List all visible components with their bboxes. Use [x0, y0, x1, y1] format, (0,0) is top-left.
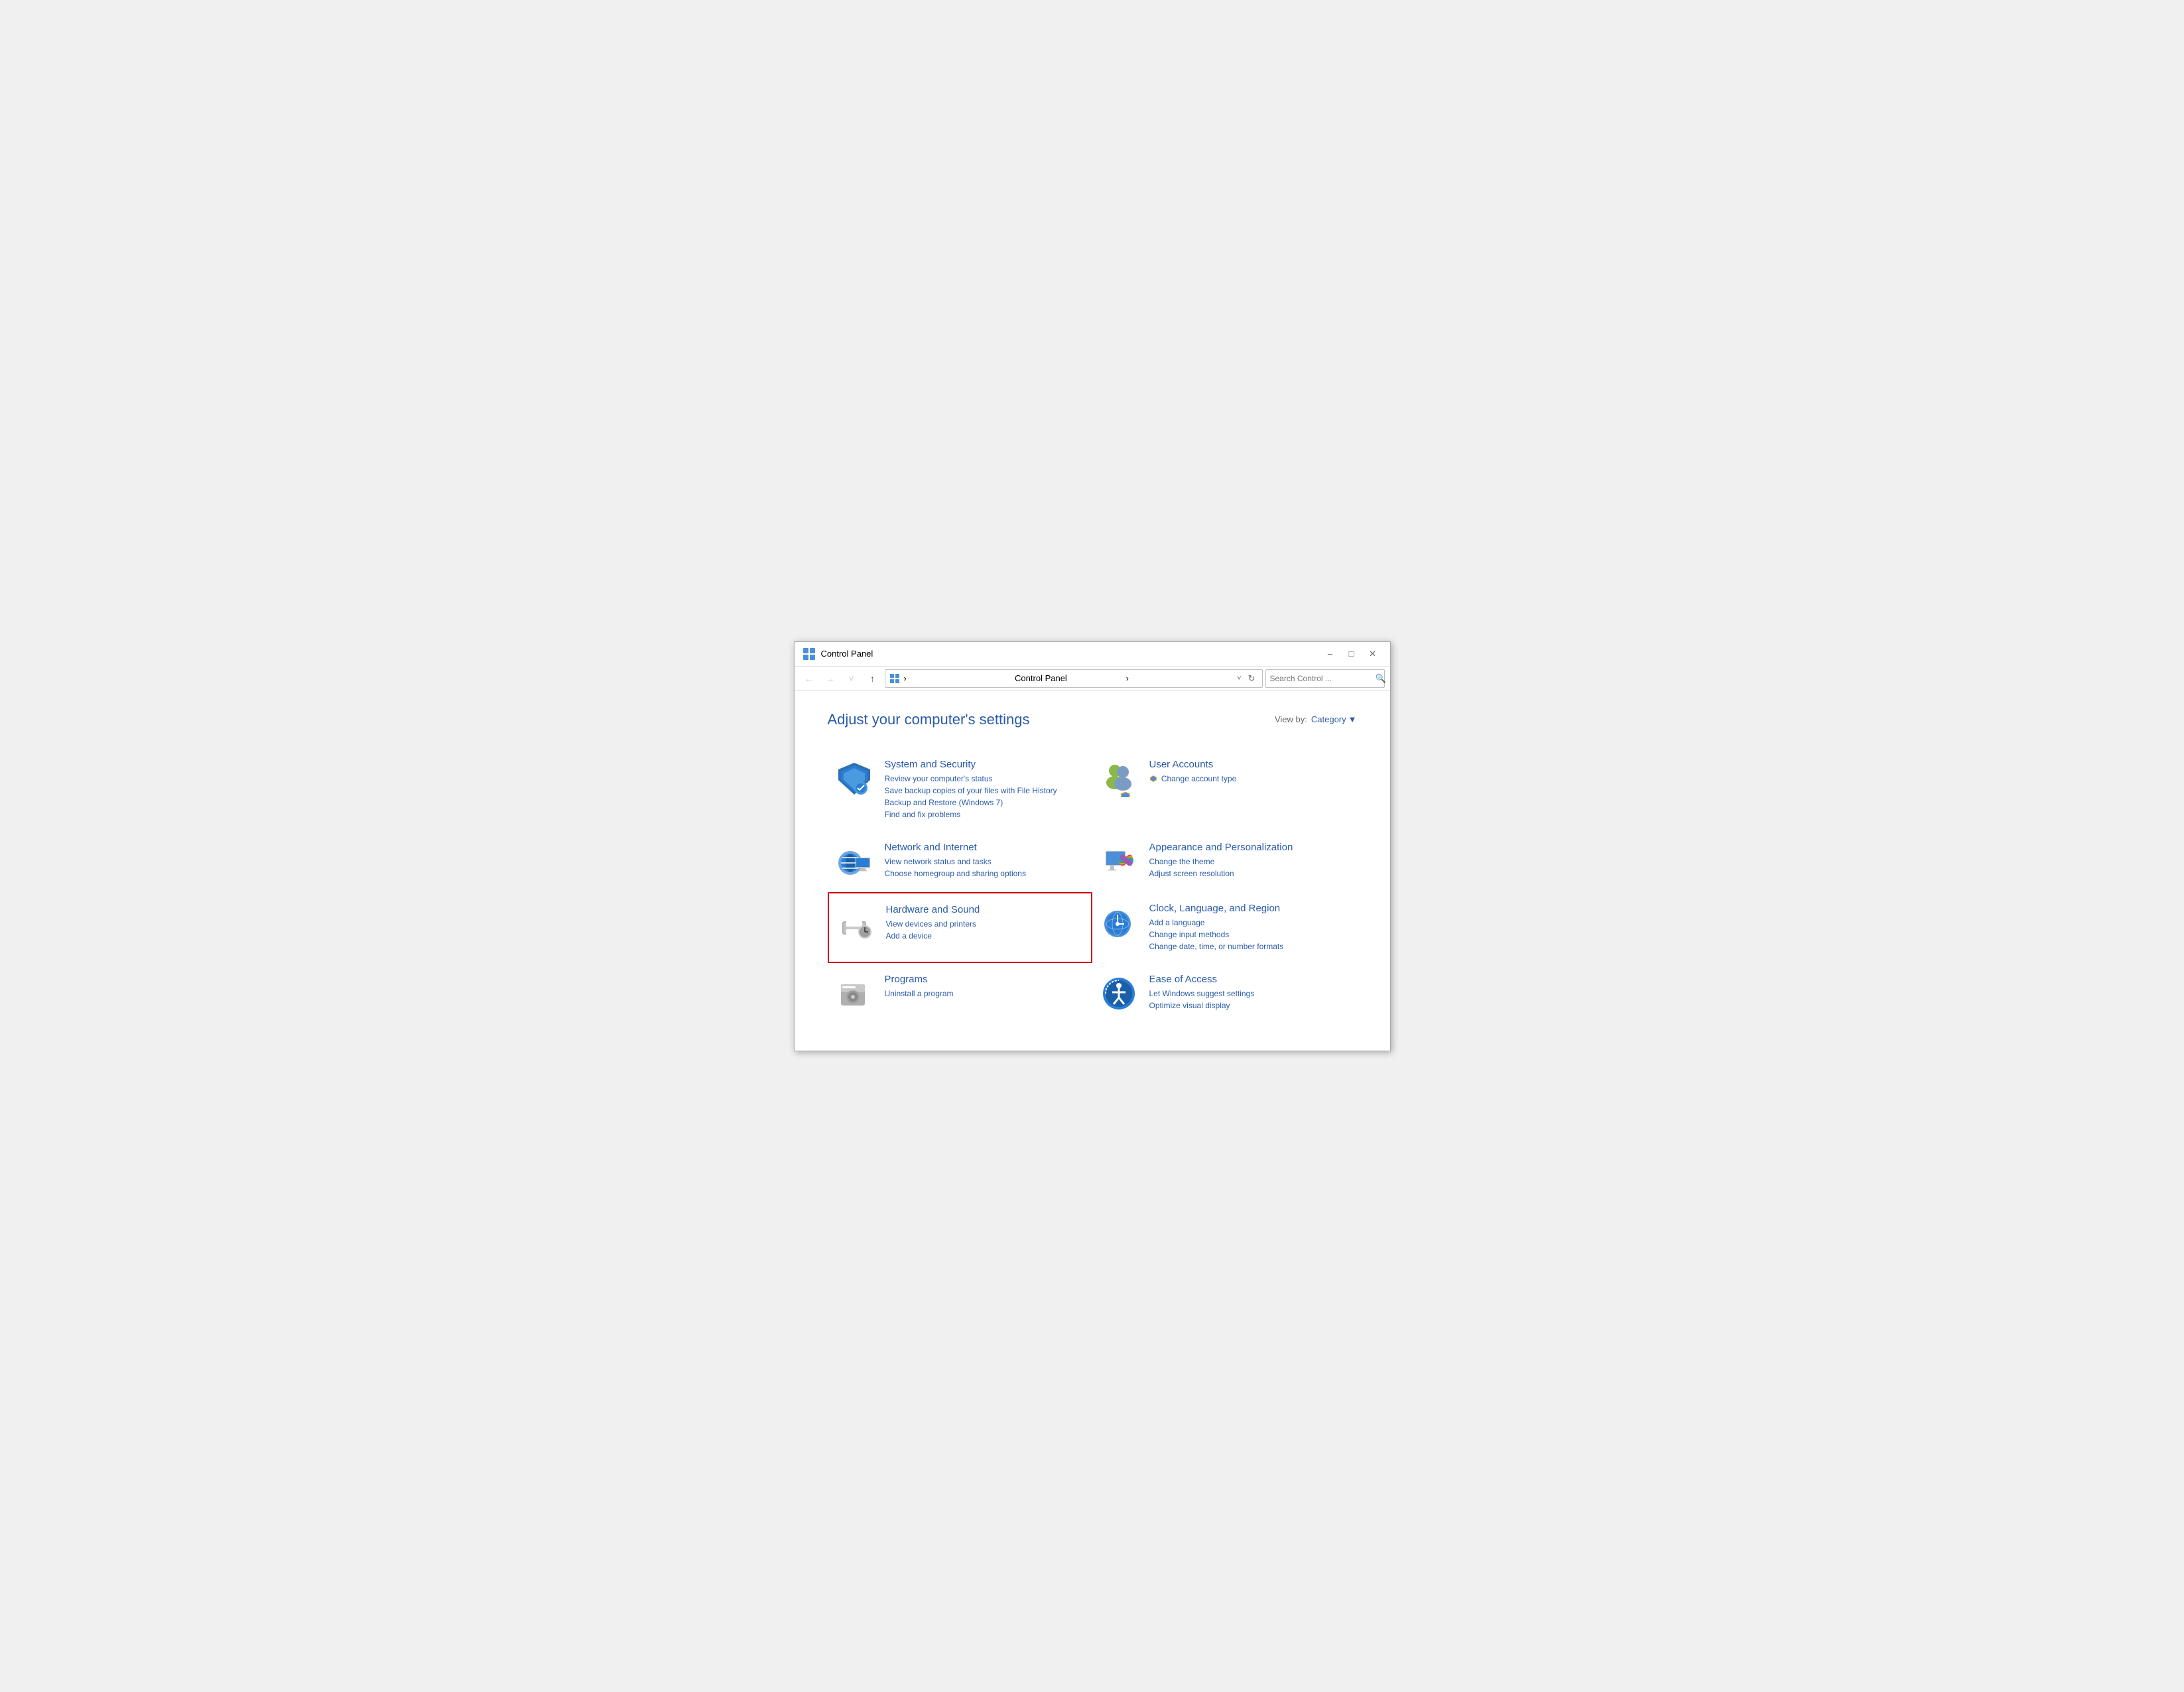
network-internet-icon: [834, 842, 874, 881]
up-button[interactable]: ↑: [864, 669, 882, 688]
user-accounts-icon: [1099, 759, 1139, 799]
network-internet-title[interactable]: Network and Internet: [885, 842, 1086, 853]
appearance-personalization-content: Appearance and Personalization Change th…: [1149, 842, 1350, 879]
category-clock-language-region[interactable]: Clock, Language, and Region Add a langua…: [1092, 892, 1357, 963]
view-by: View by: Category ▼: [1275, 714, 1357, 724]
network-internet-link-2[interactable]: Choose homegroup and sharing options: [885, 868, 1086, 879]
ease-of-access-icon: [1099, 974, 1139, 1013]
category-ease-of-access[interactable]: Ease of Access Let Windows suggest setti…: [1092, 963, 1357, 1024]
minimize-button[interactable]: –: [1321, 647, 1340, 661]
network-internet-link-1[interactable]: View network status and tasks: [885, 856, 1086, 868]
clock-language-region-content: Clock, Language, and Region Add a langua…: [1149, 903, 1350, 952]
network-internet-content: Network and Internet View network status…: [885, 842, 1086, 879]
hardware-sound-link-2[interactable]: Add a device: [886, 930, 1084, 942]
system-security-link-1[interactable]: Review your computer's status: [885, 773, 1086, 785]
view-by-arrow: ▼: [1348, 714, 1357, 724]
system-security-link-3[interactable]: Backup and Restore (Windows 7): [885, 797, 1086, 809]
programs-icon: [834, 974, 874, 1013]
user-accounts-content: User Accounts Change account type: [1149, 759, 1350, 785]
programs-title[interactable]: Programs: [885, 974, 1086, 985]
ease-of-access-link-2[interactable]: Optimize visual display: [1149, 1000, 1350, 1011]
hardware-sound-title[interactable]: Hardware and Sound: [886, 904, 1084, 915]
system-security-link-4[interactable]: Find and fix problems: [885, 809, 1086, 820]
page-title: Adjust your computer's settings: [828, 711, 1030, 728]
clock-language-region-link-1[interactable]: Add a language: [1149, 917, 1350, 929]
system-security-content: System and Security Review your computer…: [885, 759, 1086, 820]
window-title: Control Panel: [821, 649, 873, 659]
user-accounts-title[interactable]: User Accounts: [1149, 759, 1350, 770]
category-network-internet[interactable]: Network and Internet View network status…: [828, 831, 1092, 892]
category-hardware-sound[interactable]: Hardware and Sound View devices and prin…: [828, 892, 1092, 963]
category-programs[interactable]: Programs Uninstall a program: [828, 963, 1092, 1024]
hardware-sound-link-1[interactable]: View devices and printers: [886, 918, 1084, 930]
maximize-button[interactable]: □: [1342, 647, 1361, 661]
page-header: Adjust your computer's settings View by:…: [828, 711, 1357, 728]
toolbar: ← → ˅ ↑ › Control Panel › ˅ ↻ 🔍: [795, 667, 1390, 691]
hardware-sound-content: Hardware and Sound View devices and prin…: [886, 904, 1084, 942]
title-bar: Control Panel – □ ✕: [795, 642, 1390, 667]
appearance-personalization-icon: [1099, 842, 1139, 881]
user-accounts-link-1[interactable]: Change account type: [1149, 773, 1350, 785]
control-panel-icon: [803, 647, 816, 661]
search-icon[interactable]: 🔍: [1376, 673, 1386, 684]
clock-language-region-link-2[interactable]: Change input methods: [1149, 929, 1350, 941]
forward-button[interactable]: →: [821, 669, 840, 688]
clock-language-region-title[interactable]: Clock, Language, and Region: [1149, 903, 1350, 914]
address-bar[interactable]: › Control Panel › ˅ ↻: [885, 669, 1263, 688]
view-by-dropdown[interactable]: Category ▼: [1311, 714, 1357, 724]
clock-language-region-link-3[interactable]: Change date, time, or number formats: [1149, 941, 1350, 952]
close-button[interactable]: ✕: [1364, 647, 1382, 661]
programs-link-1[interactable]: Uninstall a program: [885, 988, 1086, 1000]
category-user-accounts[interactable]: User Accounts Change account type: [1092, 748, 1357, 831]
clock-language-region-icon: [1099, 903, 1139, 943]
title-bar-left: Control Panel: [803, 647, 873, 661]
categories-grid: System and Security Review your computer…: [828, 748, 1357, 1024]
programs-content: Programs Uninstall a program: [885, 974, 1086, 1000]
category-appearance-personalization[interactable]: Appearance and Personalization Change th…: [1092, 831, 1357, 892]
system-security-link-2[interactable]: Save backup copies of your files with Fi…: [885, 785, 1086, 797]
view-by-label: View by:: [1275, 714, 1307, 724]
address-bar-icon: [889, 673, 900, 684]
dropdown-button[interactable]: ˅: [842, 669, 861, 688]
address-path: Control Panel: [1015, 673, 1122, 683]
category-system-security[interactable]: System and Security Review your computer…: [828, 748, 1092, 831]
address-arrow: ›: [1126, 673, 1234, 683]
search-input[interactable]: [1270, 674, 1373, 683]
refresh-button[interactable]: ↻: [1246, 672, 1258, 685]
appearance-personalization-link-2[interactable]: Adjust screen resolution: [1149, 868, 1350, 879]
system-security-icon: [834, 759, 874, 799]
back-button[interactable]: ←: [800, 669, 818, 688]
appearance-personalization-link-1[interactable]: Change the theme: [1149, 856, 1350, 868]
ease-of-access-link-1[interactable]: Let Windows suggest settings: [1149, 988, 1350, 1000]
ease-of-access-title[interactable]: Ease of Access: [1149, 974, 1350, 985]
search-box[interactable]: 🔍: [1265, 669, 1385, 688]
appearance-personalization-title[interactable]: Appearance and Personalization: [1149, 842, 1350, 853]
system-security-title[interactable]: System and Security: [885, 759, 1086, 770]
content-area: Adjust your computer's settings View by:…: [795, 691, 1390, 1051]
title-bar-controls: – □ ✕: [1321, 647, 1382, 661]
control-panel-window: Control Panel – □ ✕ ← → ˅ ↑ › Control Pa…: [794, 641, 1391, 1051]
ease-of-access-content: Ease of Access Let Windows suggest setti…: [1149, 974, 1350, 1011]
view-by-value-text: Category: [1311, 714, 1346, 724]
hardware-sound-icon: [836, 904, 875, 944]
address-chevron[interactable]: ˅: [1237, 675, 1241, 683]
address-text: ›: [904, 673, 1011, 683]
